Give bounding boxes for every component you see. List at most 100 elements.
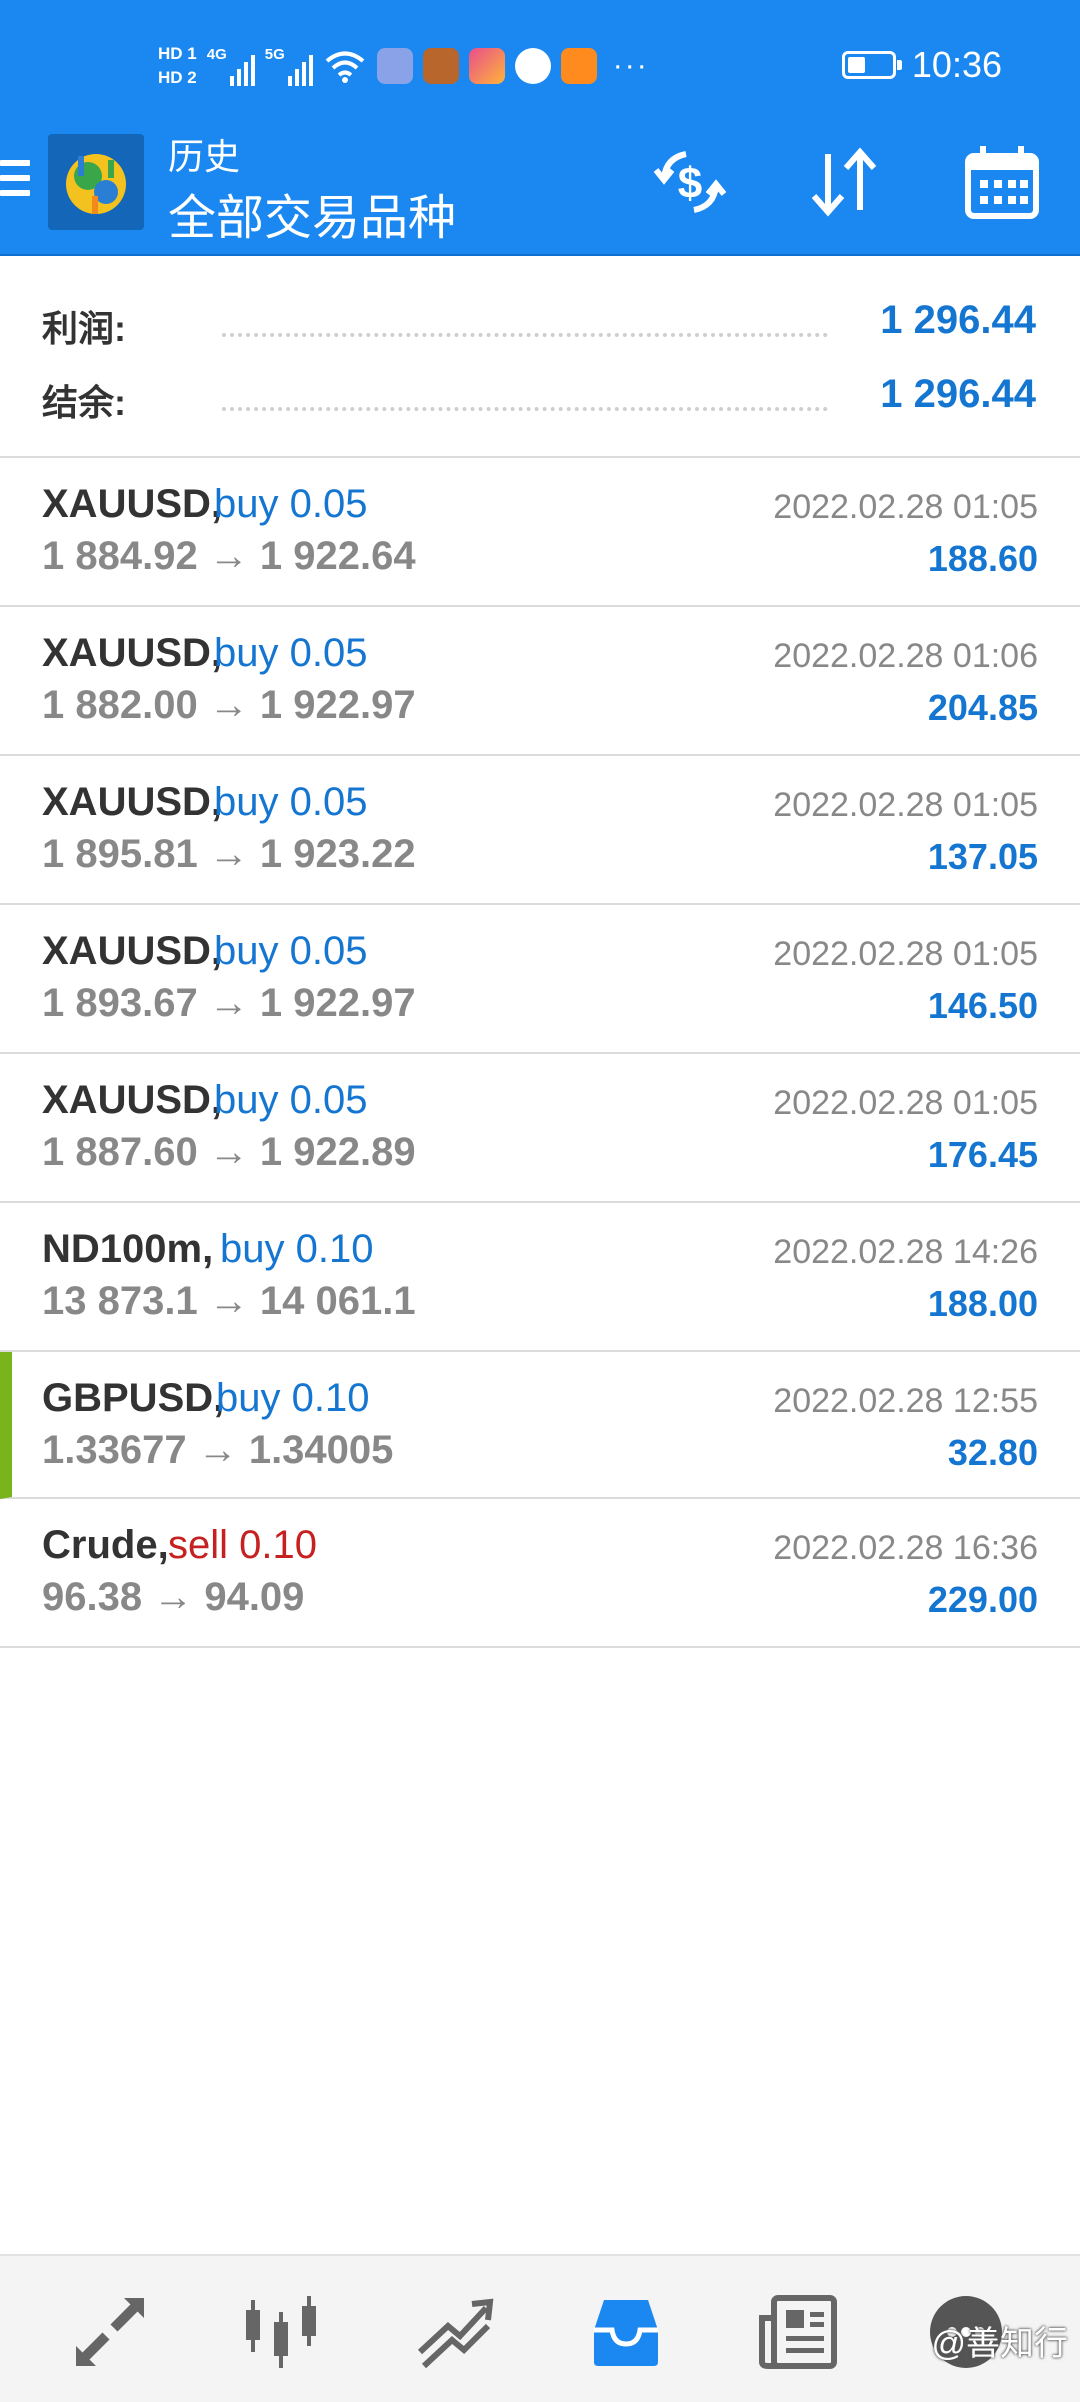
profit-value: 1 296.44 xyxy=(880,298,1036,342)
currency-switch-button[interactable]: $ xyxy=(648,140,732,224)
profit-row: 利润: 1 296.44 xyxy=(0,282,1080,356)
notification-app-icon xyxy=(376,48,413,84)
deal-row[interactable]: XAUUSD, buy 0.05 1 884.92 → 1 922.64 202… xyxy=(0,458,1080,607)
history-icon xyxy=(594,2300,658,2366)
chart-icon xyxy=(246,2296,316,2368)
deal-time: 2022.02.28 16:36 xyxy=(773,1529,1038,1567)
nav-news[interactable] xyxy=(756,2290,840,2374)
deal-profit: 176.45 xyxy=(927,1134,1038,1175)
battery-level xyxy=(847,57,865,73)
bottom-navigation: @善知行 xyxy=(0,2254,1080,2402)
deal-time: 2022.02.28 01:05 xyxy=(773,786,1038,824)
leader-dots xyxy=(222,407,828,411)
wifi-icon xyxy=(325,51,365,83)
deal-symbol: XAUUSD, xyxy=(42,929,223,973)
trade-icon xyxy=(417,2298,494,2369)
battery-icon xyxy=(841,51,902,79)
watermark: @善知行 xyxy=(931,2325,1068,2363)
deal-direction: buy 0.05 xyxy=(214,482,368,526)
deal-prices: 96.38 → 94.09 xyxy=(42,1575,305,1619)
dollar-cycle-icon: $ xyxy=(653,151,727,213)
deal-symbol: Crude, xyxy=(42,1523,169,1567)
deal-symbol: XAUUSD, xyxy=(42,631,223,675)
deal-row[interactable]: Crude, sell 0.10 96.38 → 94.09 2022.02.2… xyxy=(0,1499,1080,1648)
deal-prices: 1 893.67 → 1 922.97 xyxy=(42,981,416,1025)
balance-row: 结余: 1 296.44 xyxy=(0,356,1080,430)
deal-time: 2022.02.28 14:26 xyxy=(773,1233,1038,1271)
deal-time: 2022.02.28 01:05 xyxy=(773,935,1038,973)
deal-profit: 204.85 xyxy=(927,687,1038,728)
deal-prices: 1 882.00 → 1 922.97 xyxy=(42,683,416,727)
hd2-badge: HD 2 xyxy=(158,68,197,87)
deal-row[interactable]: XAUUSD, buy 0.05 1 895.81 → 1 923.22 202… xyxy=(0,756,1080,905)
deal-symbol: XAUUSD, xyxy=(42,482,223,526)
deal-time: 2022.02.28 12:55 xyxy=(773,1382,1038,1420)
deal-prices: 13 873.1 → 14 061.1 xyxy=(42,1279,416,1323)
deal-prices: 1 887.60 → 1 922.89 xyxy=(42,1130,416,1174)
deal-list: XAUUSD, buy 0.05 1 884.92 → 1 922.64 202… xyxy=(0,458,1080,1648)
signal-5g-icon: 5G xyxy=(265,46,313,86)
sort-button[interactable] xyxy=(802,140,886,224)
quotes-icon xyxy=(76,2298,144,2366)
deal-time: 2022.02.28 01:05 xyxy=(773,488,1038,526)
network-4g-label: 4G xyxy=(206,46,227,63)
status-indicators: HD 1 HD 2 4G 5G ··· xyxy=(158,36,649,96)
deal-direction: buy 0.05 xyxy=(214,780,368,824)
deal-profit: 188.60 xyxy=(927,538,1038,579)
profit-label: 利润: xyxy=(42,308,126,349)
deal-direction: buy 0.05 xyxy=(214,929,368,973)
deal-row[interactable]: XAUUSD, buy 0.05 1 893.67 → 1 922.97 202… xyxy=(0,905,1080,1054)
nav-chart[interactable] xyxy=(240,2290,324,2374)
deal-row[interactable]: ND100m, buy 0.10 13 873.1 → 14 061.1 202… xyxy=(0,1203,1080,1352)
deal-row[interactable]: XAUUSD, buy 0.05 1 887.60 → 1 922.89 202… xyxy=(0,1054,1080,1203)
page-subtitle: 历史 xyxy=(168,136,241,177)
deal-profit: 137.05 xyxy=(927,836,1038,877)
nav-quotes[interactable] xyxy=(68,2290,152,2374)
app-toolbar: 历史 全部交易品种 $ xyxy=(0,118,1080,256)
deal-profit: 146.50 xyxy=(927,985,1038,1026)
deal-direction: buy 0.10 xyxy=(220,1227,374,1271)
balance-label: 结余: xyxy=(42,382,126,423)
signal-4g-icon: 4G xyxy=(207,46,255,86)
metatrader-logo-icon xyxy=(66,154,126,214)
deal-profit: 32.80 xyxy=(947,1432,1038,1473)
deal-prices: 1.33677 → 1.34005 xyxy=(42,1428,394,1472)
nav-trade[interactable] xyxy=(412,2290,496,2374)
deal-row-selected[interactable]: GBPUSD, buy 0.10 1.33677 → 1.34005 2022.… xyxy=(0,1352,1080,1499)
nav-history[interactable] xyxy=(584,2290,668,2374)
leader-dots xyxy=(222,333,828,337)
deal-symbol: ND100m, xyxy=(42,1227,214,1271)
balance-value: 1 296.44 xyxy=(880,372,1036,416)
game-app-icon xyxy=(422,48,459,84)
deal-time: 2022.02.28 01:06 xyxy=(773,637,1038,675)
news-icon xyxy=(759,2295,837,2369)
deal-profit: 188.00 xyxy=(927,1283,1038,1324)
deal-direction: buy 0.05 xyxy=(214,631,368,675)
deal-direction: buy 0.05 xyxy=(214,1078,368,1122)
calendar-icon xyxy=(965,146,1039,219)
deal-symbol: GBPUSD, xyxy=(42,1376,225,1420)
page-title[interactable]: 全部交易品种 xyxy=(168,178,456,248)
deal-prices: 1 884.92 → 1 922.64 xyxy=(42,534,416,578)
shop-app-icon xyxy=(468,48,505,84)
video-app-icon xyxy=(560,48,597,84)
hd1-badge: HD 1 xyxy=(158,44,197,63)
clock: 10:36 xyxy=(911,44,1002,85)
svg-text:$: $ xyxy=(678,159,702,208)
deal-row[interactable]: XAUUSD, buy 0.05 1 882.00 → 1 922.97 202… xyxy=(0,607,1080,756)
calendar-button[interactable] xyxy=(960,140,1044,224)
deal-profit: 229.00 xyxy=(927,1579,1038,1620)
browser-app-icon xyxy=(514,48,551,84)
app-logo[interactable] xyxy=(48,134,144,230)
deal-prices: 1 895.81 → 1 923.22 xyxy=(42,832,416,876)
deal-direction: buy 0.10 xyxy=(216,1376,370,1420)
deal-direction: sell 0.10 xyxy=(168,1523,317,1567)
deal-symbol: XAUUSD, xyxy=(42,1078,223,1122)
sort-arrows-icon xyxy=(811,147,877,217)
deal-time: 2022.02.28 01:05 xyxy=(773,1084,1038,1122)
more-notifications-icon: ··· xyxy=(612,49,649,82)
menu-icon[interactable] xyxy=(0,160,30,204)
deal-symbol: XAUUSD, xyxy=(42,780,223,824)
history-summary: 利润: 1 296.44 结余: 1 296.44 xyxy=(0,256,1080,458)
network-5g-label: 5G xyxy=(264,46,285,63)
